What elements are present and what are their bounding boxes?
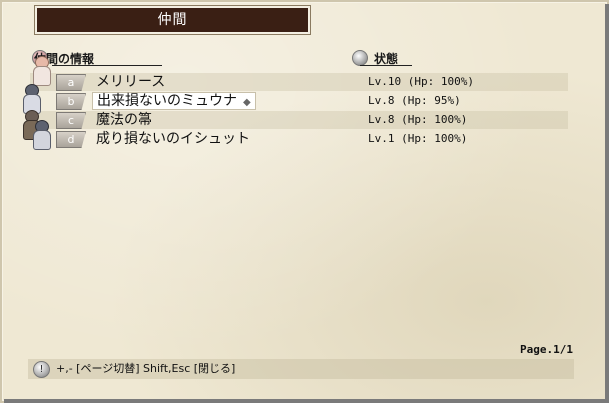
- party-member-status: Lv.8 (Hp: 100%): [368, 113, 468, 126]
- help-info-icon: !: [33, 361, 50, 378]
- window-title: 仲間: [34, 5, 311, 35]
- window-shadow-bottom: [4, 399, 609, 403]
- character-sprite-ishutto: [30, 120, 52, 150]
- header-underline: [52, 65, 162, 66]
- party-member-status: Lv.10 (Hp: 100%): [368, 75, 474, 88]
- row-key-badge: b: [56, 93, 86, 110]
- party-member-name: メリリース: [96, 74, 166, 90]
- party-row-b[interactable]: b 出来損ないのミュウナ ◆ Lv.8 (Hp: 95%): [30, 92, 568, 110]
- row-key-badge: c: [56, 112, 86, 129]
- party-member-name: 出来損ないのミュウナ: [97, 93, 237, 109]
- page-indicator: Page.1/1: [520, 343, 573, 356]
- cursor-diamond-icon: ◆: [243, 97, 251, 108]
- party-row-c[interactable]: c 魔法の箒 Lv.8 (Hp: 100%): [30, 111, 568, 129]
- window-shadow-right: [605, 4, 609, 403]
- row-key-badge: a: [56, 74, 86, 91]
- status-info-icon: [352, 50, 368, 66]
- character-sprite-merilise: [30, 56, 52, 86]
- party-member-name: 魔法の箒: [96, 112, 152, 128]
- header-underline: [360, 65, 412, 66]
- help-text: +,- [ページ切替] Shift,Esc [閉じる]: [56, 362, 236, 375]
- party-member-name: 成り損ないのイシュット: [96, 131, 250, 147]
- row-key-badge: d: [56, 131, 86, 148]
- party-member-status: Lv.8 (Hp: 95%): [368, 94, 461, 107]
- party-member-status: Lv.1 (Hp: 100%): [368, 132, 468, 145]
- party-row-a[interactable]: a メリリース Lv.10 (Hp: 100%): [30, 73, 568, 91]
- party-member-name-selected: 出来損ないのミュウナ ◆: [92, 92, 256, 110]
- party-row-d[interactable]: d 成り損ないのイシュット Lv.1 (Hp: 100%): [30, 130, 568, 148]
